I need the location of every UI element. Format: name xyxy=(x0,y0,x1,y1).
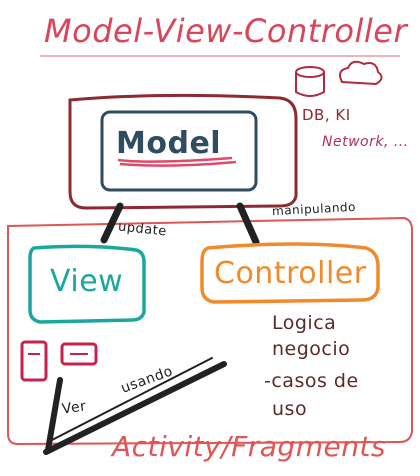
whiteboard-canvas: Model-View-Controller Model DB, KI Netwo… xyxy=(0,0,420,476)
diagram-title: Model-View-Controller xyxy=(44,12,408,50)
controller-note-3: -casos de xyxy=(264,370,359,392)
view-label: View xyxy=(50,264,124,299)
model-label: Model xyxy=(116,126,222,161)
network-label: Network, ... xyxy=(322,134,409,150)
phone-icon xyxy=(20,340,48,382)
database-icon xyxy=(295,66,325,97)
cloud-icon xyxy=(339,60,383,86)
controller-note-2: negocio xyxy=(272,338,351,360)
controller-note-4: uso xyxy=(272,398,308,420)
controller-label: Controller xyxy=(214,256,367,291)
db-label: DB, KI xyxy=(302,106,351,124)
model-controller-connector xyxy=(236,202,260,246)
activity-fragments-label: Activity/Fragments xyxy=(112,430,387,463)
controller-note-1: Logica xyxy=(272,312,337,334)
see-label: Ver xyxy=(61,398,88,418)
